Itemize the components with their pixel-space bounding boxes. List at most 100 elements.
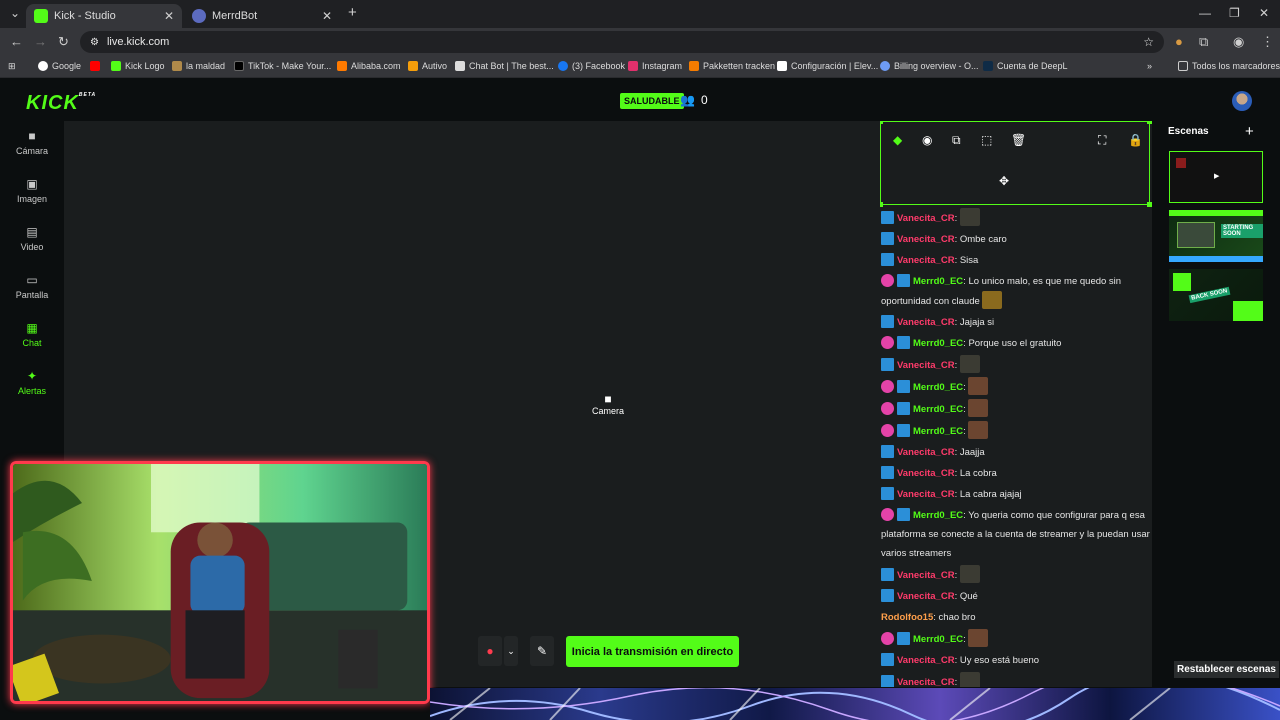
verified-badge-icon xyxy=(881,315,894,328)
bookmark-autivo[interactable]: Autivo xyxy=(408,61,447,71)
folder-icon xyxy=(1178,61,1188,71)
lock-icon[interactable]: 🔒 xyxy=(1128,133,1143,147)
crop-icon[interactable]: ⧉ xyxy=(952,133,961,148)
minimize-icon[interactable]: — xyxy=(1199,6,1211,20)
forward-icon[interactable]: → xyxy=(34,34,47,49)
move-icon[interactable]: ✥ xyxy=(999,174,1009,188)
broadcast-icon[interactable]: ◆ xyxy=(893,133,902,147)
browser-tab-strip: ⌄ Kick - Studio ✕ MerrdBot ✕ + — ❐ ✕ xyxy=(0,0,1280,28)
close-tab-icon[interactable]: ✕ xyxy=(164,9,174,23)
bookmark-kick-logo[interactable]: Kick Logo xyxy=(111,61,165,71)
chat-username[interactable]: Vanecita_CR xyxy=(897,234,955,245)
chat-username[interactable]: Vanecita_CR xyxy=(897,677,955,687)
chat-username[interactable]: Merrd0_EC xyxy=(913,338,963,349)
tab-search-icon[interactable]: ⌄ xyxy=(10,6,20,20)
extension-icon[interactable]: ● xyxy=(1175,34,1183,49)
new-tab-icon[interactable]: + xyxy=(348,4,357,21)
bookmark-alibaba[interactable]: Alibaba.com xyxy=(337,61,401,71)
eye-icon[interactable]: ◉ xyxy=(922,133,932,147)
chat-widget[interactable]: ◆ ◉ ⧉ ⬚ 🗑 ⛶ 🔒 ✥ Vanecita_CR: Vanecita_CR… xyxy=(880,121,1152,687)
bookmark-google[interactable]: Google xyxy=(38,61,81,71)
back-icon[interactable]: ← xyxy=(10,34,23,49)
chat-username[interactable]: Rodolfoo15 xyxy=(881,612,933,623)
resize-handle[interactable] xyxy=(1147,121,1152,124)
chat-username[interactable]: Vanecita_CR xyxy=(897,447,955,458)
emote-icon xyxy=(959,672,980,687)
menu-kebab-icon[interactable]: ⋮ xyxy=(1261,34,1274,50)
chat-username[interactable]: Merrd0_EC xyxy=(913,382,963,393)
subscriber-badge-icon xyxy=(881,274,894,287)
fullscreen-icon[interactable]: ⛶ xyxy=(1098,133,1106,148)
chat-username[interactable]: Vanecita_CR xyxy=(897,591,955,602)
kick-favicon-icon xyxy=(34,9,48,23)
close-window-icon[interactable]: ✕ xyxy=(1259,6,1269,20)
chat-username[interactable]: Merrd0_EC xyxy=(913,276,963,287)
chat-username[interactable]: Vanecita_CR xyxy=(897,317,955,328)
chat-username[interactable]: Vanecita_CR xyxy=(897,570,955,581)
bookmark-chatbot[interactable]: Chat Bot | The best... xyxy=(455,61,554,71)
user-avatar[interactable] xyxy=(1232,91,1252,111)
all-bookmarks[interactable]: Todos los marcadores xyxy=(1178,61,1280,71)
bookmark-configuracion[interactable]: Configuración | Elev... xyxy=(777,61,878,71)
add-scene-icon[interactable]: + xyxy=(1245,123,1254,140)
scene-thumb-starting-soon[interactable]: STARTING SOON xyxy=(1169,210,1263,262)
layers-icon[interactable]: ⬚ xyxy=(981,133,992,147)
bookmark-tiktok[interactable]: TikTok - Make Your... xyxy=(234,61,331,71)
close-tab-icon[interactable]: ✕ xyxy=(322,9,332,23)
nav-imagen[interactable]: ▣ Imagen xyxy=(0,178,64,204)
extensions-puzzle-icon[interactable]: ⧉ xyxy=(1199,34,1208,50)
tab-merrdbot[interactable]: MerrdBot ✕ xyxy=(184,4,340,28)
chat-username[interactable]: Merrd0_EC xyxy=(913,634,963,645)
maximize-icon[interactable]: ❐ xyxy=(1229,6,1240,20)
chat-username[interactable]: Vanecita_CR xyxy=(897,360,955,371)
bookmark-label: Billing overview - O... xyxy=(894,61,979,71)
scene-thumb-1[interactable]: ▶ xyxy=(1169,151,1263,203)
scene-stripe xyxy=(1169,256,1263,262)
site-info-icon[interactable]: ⚙ xyxy=(90,37,99,48)
nav-camara[interactable]: ■ Cámara xyxy=(0,130,64,156)
chat-username[interactable]: Vanecita_CR xyxy=(897,655,955,666)
nav-pantalla[interactable]: ▭ Pantalla xyxy=(0,274,64,300)
bookmark-pakketten[interactable]: Pakketten tracken xyxy=(689,61,775,71)
chat-username[interactable]: Vanecita_CR xyxy=(897,255,955,266)
verified-badge-icon xyxy=(881,445,894,458)
nav-chat[interactable]: ▦ Chat xyxy=(0,322,64,348)
kick-logo[interactable]: KICKBETA xyxy=(26,92,96,115)
profile-icon[interactable]: ◉ xyxy=(1233,34,1244,50)
webcam-source[interactable] xyxy=(10,461,430,704)
verified-badge-icon xyxy=(897,402,910,415)
camera-placeholder[interactable]: ■ Camera xyxy=(592,392,624,416)
edit-button[interactable]: ✎ xyxy=(530,636,554,666)
reset-scenes-button[interactable]: Restablecer escenas xyxy=(1174,661,1279,678)
chat-username[interactable]: Vanecita_CR xyxy=(897,213,955,224)
chat-username[interactable]: Vanecita_CR xyxy=(897,468,955,479)
mic-dropdown-button[interactable]: ⌄ xyxy=(504,636,518,666)
nav-alertas[interactable]: ✦ Alertas xyxy=(0,370,64,396)
selection-box[interactable]: ◆ ◉ ⧉ ⬚ 🗑 ⛶ 🔒 ✥ xyxy=(880,121,1152,207)
apps-grid-icon[interactable]: ⊞ xyxy=(8,61,16,72)
nav-video[interactable]: ▤ Video xyxy=(0,226,64,252)
chat-username[interactable]: Vanecita_CR xyxy=(897,489,955,500)
chat-username[interactable]: Merrd0_EC xyxy=(913,510,963,521)
trash-icon[interactable]: 🗑 xyxy=(1011,133,1026,147)
camera-icon: ■ xyxy=(28,129,36,143)
mic-muted-button[interactable]: ● xyxy=(478,636,502,666)
go-live-button[interactable]: Inicia la transmisión en directo xyxy=(566,636,739,667)
bookmark-la-maldad[interactable]: la maldad xyxy=(172,61,225,71)
billing-icon xyxy=(880,61,890,71)
chat-username[interactable]: Merrd0_EC xyxy=(913,426,963,437)
bookmark-youtube[interactable] xyxy=(90,61,104,71)
reload-icon[interactable]: ↻ xyxy=(58,34,69,50)
bookmark-deepl[interactable]: Cuenta de DeepL xyxy=(983,61,1068,71)
resize-handle[interactable] xyxy=(880,121,883,124)
emote-icon xyxy=(982,291,1003,309)
bookmark-star-icon[interactable]: ☆ xyxy=(1143,35,1154,49)
tab-kick-studio[interactable]: Kick - Studio ✕ xyxy=(26,4,182,28)
scene-thumb-back-soon[interactable]: BACK SOON xyxy=(1169,269,1263,321)
bookmark-instagram[interactable]: Instagram xyxy=(628,61,682,71)
url-bar[interactable]: ⚙ live.kick.com ☆ xyxy=(80,31,1164,53)
more-bookmarks-icon[interactable]: » xyxy=(1147,61,1152,71)
bookmark-billing[interactable]: Billing overview - O... xyxy=(880,61,979,71)
bookmark-facebook[interactable]: (3) Facebook xyxy=(558,61,625,71)
chat-username[interactable]: Merrd0_EC xyxy=(913,404,963,415)
